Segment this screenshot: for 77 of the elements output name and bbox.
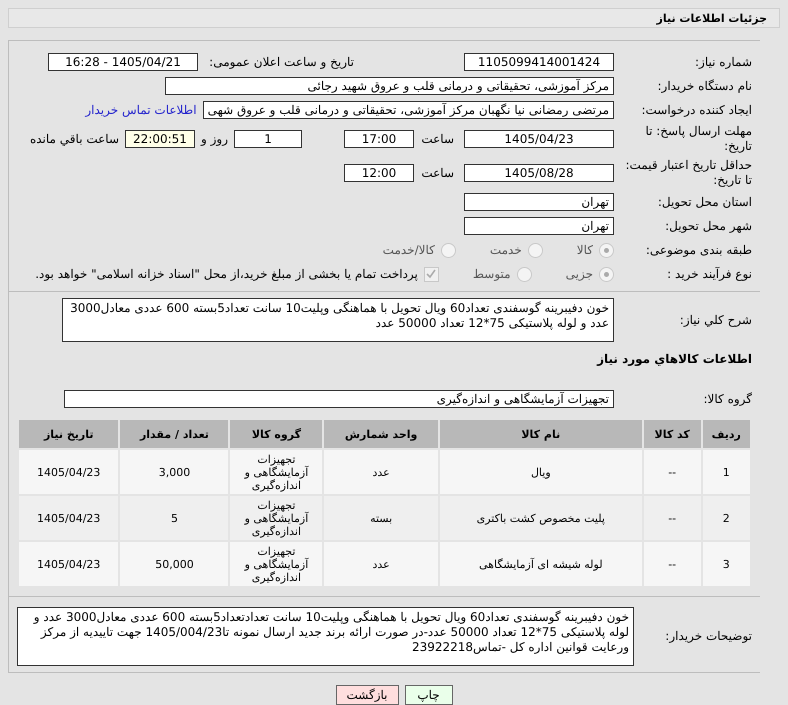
column-header: نام کالا	[440, 420, 642, 448]
field-label: مهلت ارسال پاسخ: تا تاریخ:	[644, 124, 752, 154]
column-header: تاریخ نیاز	[19, 420, 118, 448]
buyer-notes-field[interactable]: خون دفیبرینه گوسفندی تعداد60 ویال تحویل با هماهنگی وپلیت10 سانت تعدادتعداد5بسته 600 عددی معادل3000 عدد و لوله پلاستیکی 75*12 تعداد 50000 عدد-در صورت ارائه برند جدید ارسال نمونه تا1405/004/23 جهت تاییدیه از مرکز ورعایت قوانین اداره کل -تماس23922218	[17, 607, 634, 666]
radio-button[interactable]	[528, 242, 543, 258]
table-cell: 50,000	[120, 542, 228, 586]
buyer-contact-link[interactable]: اطلاعات تماس خریدار	[85, 103, 197, 117]
table-cell: --	[644, 496, 701, 540]
field-label: شماره نیاز:	[694, 54, 752, 70]
buyer-name-field[interactable]: مرکز آموزشی، تحقیقاتی و درمانی قلب و عروق شهید رجائی	[165, 77, 614, 95]
radio-label: خدمت	[490, 243, 522, 257]
column-header: ردیف	[702, 420, 750, 448]
table-cell: 1405/04/23	[19, 496, 118, 540]
remaining-label: ساعت باقي مانده	[30, 132, 119, 146]
page-title: جزئیات اطلاعات نیاز	[656, 12, 767, 24]
radio-label: متوسط	[472, 267, 511, 281]
table-cell: --	[644, 542, 701, 586]
radio-label: کالا	[576, 243, 593, 257]
goods-group-field[interactable]: تجهیزات آزمایشگاهی و اندازه‌گیری	[64, 390, 614, 408]
column-header: تعداد / مقدار	[120, 420, 228, 448]
table-cell: 1405/04/23	[19, 542, 118, 586]
table-cell: 3,000	[120, 450, 228, 494]
creator-field[interactable]: مرتضی رمضانی نیا نگهبان مرکز آموزشی، تحقیقاتی و درمانی قلب و عروق شهی	[202, 101, 614, 119]
description-field[interactable]: خون دفیبرینه گوسفندی تعداد60 ویال تحویل با هماهنگی وپلیت10 سانت تعداد5بسته 600 عددی معادل3000 عدد و لوله پلاستیکی 75*12 تعداد 50000 عدد	[62, 298, 614, 342]
deadline-time-field[interactable]: 17:00	[344, 130, 414, 148]
field-label: نوع فرآیند خرید :	[666, 266, 752, 282]
radio-label: کالا/خدمت	[382, 243, 435, 257]
radio-button[interactable]	[440, 242, 456, 258]
field-label: استان محل تحویل:	[656, 194, 752, 210]
section-heading: اطلاعات کالاهاي مورد نياز	[597, 352, 752, 366]
field-label: حداقل تاریخ اعتبار قیمت: تا تاریخ:	[624, 158, 752, 188]
column-header: گروه کالا	[230, 420, 322, 448]
deadline-date-field[interactable]: 1405/04/23	[464, 130, 614, 148]
field-label: توضیحات خریدار:	[664, 629, 752, 644]
table-cell: --	[644, 450, 701, 494]
checkbox-label: پرداخت تمام یا بخشی از مبلغ خرید،از محل "اسناد خزانه اسلامی" خواهد بود.	[35, 267, 418, 281]
field-label: گروه کالا:	[702, 392, 752, 406]
field-label: شهر محل تحویل:	[664, 218, 752, 234]
need-number-field[interactable]: 1105099414001424	[464, 53, 614, 71]
column-header: واحد شمارش	[324, 420, 438, 448]
print-button[interactable]: چاپ	[404, 685, 452, 705]
table-cell: تجهیزات آزمایشگاهی و اندازه‌گیری	[230, 542, 322, 586]
time-label: ساعت	[420, 132, 454, 146]
field-label: نام دستگاه خریدار:	[656, 78, 752, 94]
radio-button[interactable]	[516, 266, 532, 282]
field-label: شرح کلي نیاز:	[678, 312, 752, 328]
days-label: روز و	[201, 132, 228, 146]
remaining-time-field[interactable]: 22:00:51	[125, 130, 195, 148]
table-cell: عدد	[324, 542, 438, 586]
time-label: ساعت	[420, 166, 454, 180]
back-button[interactable]: بازگشت	[336, 685, 398, 705]
table-cell: عدد	[324, 450, 438, 494]
province-field[interactable]: تهران	[464, 193, 614, 211]
radio-button[interactable]	[599, 242, 614, 258]
days-field[interactable]: 1	[234, 130, 302, 148]
radio-label: جزیی	[566, 267, 593, 281]
table-cell: 5	[120, 496, 228, 540]
table-cell: 1	[702, 450, 750, 494]
table-cell: تجهیزات آزمایشگاهی و اندازه‌گیری	[230, 496, 322, 540]
field-label: تاریخ و ساعت اعلان عمومی:	[208, 54, 354, 70]
table-cell: لوله شیشه ای آزمایشگاهی	[440, 542, 642, 586]
table-cell: پلیت مخصوص کشت باکتری	[440, 496, 642, 540]
table-cell: تجهیزات آزمایشگاهی و اندازه‌گیری	[230, 450, 322, 494]
column-header: کد کالا	[644, 420, 701, 448]
validity-date-field[interactable]: 1405/08/28	[464, 164, 614, 182]
table-cell: ویال	[440, 450, 642, 494]
table-cell: 2	[702, 496, 750, 540]
validity-time-field[interactable]: 12:00	[344, 164, 414, 182]
radio-button[interactable]	[599, 266, 614, 282]
announce-date-field[interactable]: 1405/04/21 - 16:28	[48, 53, 198, 71]
checkbox[interactable]	[424, 266, 439, 282]
table-cell: بسته	[324, 496, 438, 540]
table-cell: 3	[702, 542, 750, 586]
city-field[interactable]: تهران	[464, 217, 614, 235]
field-label: ایجاد کننده درخواست:	[640, 102, 752, 118]
table-cell: 1405/04/23	[19, 450, 118, 494]
field-label: طبقه بندی موضوعی:	[644, 242, 752, 258]
